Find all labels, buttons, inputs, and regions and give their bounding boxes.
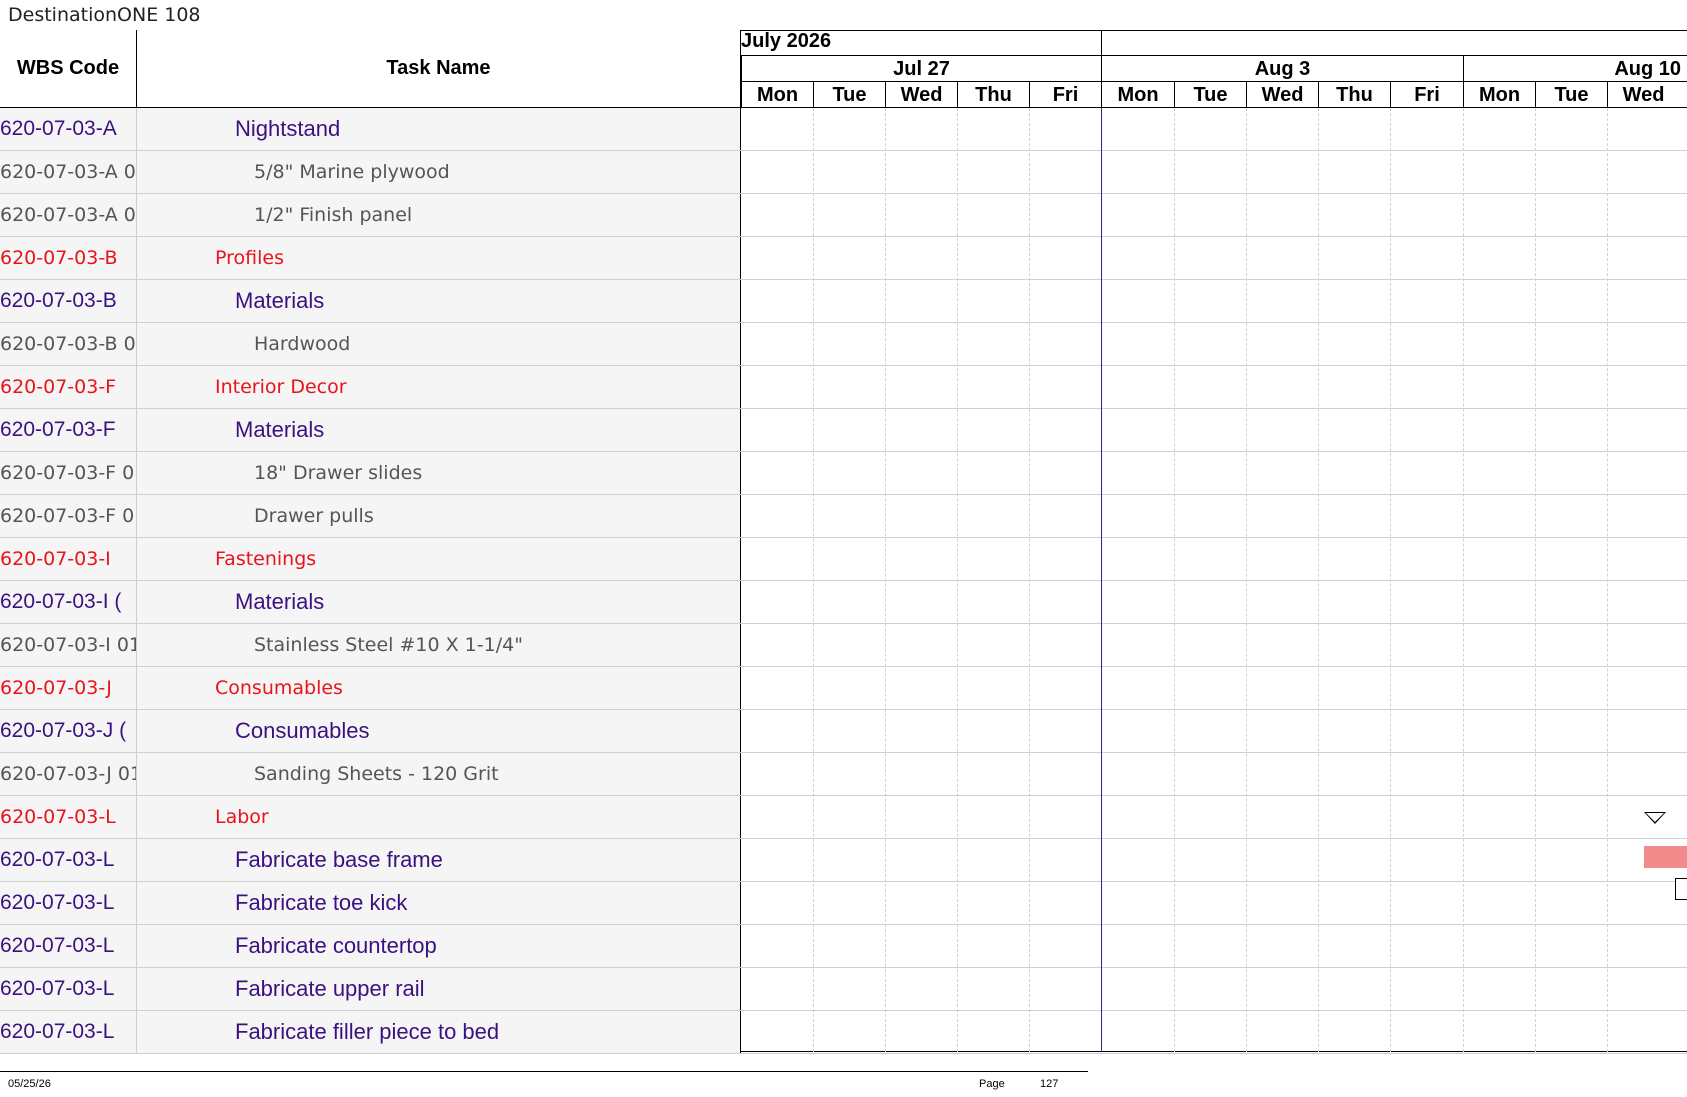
wbs-cell: 620-07-03-L [0, 882, 137, 924]
wbs-cell: 620-07-03-I 01 [0, 624, 137, 666]
table-row[interactable]: 620-07-03-J 01 Sanding Sheets - 120 Grit [0, 753, 1687, 796]
day-label: Wed [1607, 82, 1679, 108]
task-cell: 18" Drawer slides [137, 452, 741, 494]
wbs-cell: 620-07-03-I [0, 538, 137, 580]
task-cell: Profiles [137, 237, 741, 279]
wbs-cell: 620-07-03-B [0, 237, 137, 279]
day-label: Fri [1029, 82, 1101, 108]
day-label: Mon [1101, 82, 1174, 108]
table-row[interactable]: 620-07-03-A Nightstand [0, 108, 1687, 151]
task-cell: Labor [137, 796, 741, 838]
footer-page-label: Page [979, 1078, 1005, 1090]
table-row[interactable]: 620-07-03-J (Consumables [0, 710, 1687, 753]
task-cell: Fabricate countertop [137, 925, 741, 967]
table-row[interactable]: 620-07-03-F 0 Drawer pulls [0, 495, 1687, 538]
table-row[interactable]: 620-07-03-L Fabricate filler piece to bed [0, 1011, 1687, 1054]
table-row[interactable]: 620-07-03-L Labor [0, 796, 1687, 839]
wbs-cell: 620-07-03-L [0, 839, 137, 881]
wbs-cell: 620-07-03-L [0, 1011, 137, 1053]
wbs-cell: 620-07-03-A 0 [0, 194, 137, 236]
task-cell: Nightstand [137, 108, 741, 150]
week-header: Jul 27 Aug 3 Aug 10 [741, 56, 1687, 82]
wbs-cell: 620-07-03-A [0, 108, 137, 150]
table-row[interactable]: 620-07-03-B Materials [0, 280, 1687, 323]
task-cell: Materials [137, 581, 741, 623]
month-label: July 2026 [741, 30, 832, 52]
wbs-cell: 620-07-03-F 0 [0, 495, 137, 537]
day-label: Wed [885, 82, 957, 108]
footer-date: 05/25/26 [8, 1078, 51, 1090]
footer-divider [0, 1071, 1088, 1072]
wbs-cell: 620-07-03-F [0, 409, 137, 451]
wbs-cell: 620-07-03-B [0, 280, 137, 322]
table-row[interactable]: 620-07-03-I (Materials [0, 581, 1687, 624]
task-cell: 1/2" Finish panel [137, 194, 741, 236]
task-cell: Stainless Steel #10 X 1-1/4" [137, 624, 741, 666]
wbs-column-header[interactable]: WBS Code [0, 30, 137, 108]
table-row[interactable]: 620-07-03-B Profiles [0, 237, 1687, 280]
task-column-header[interactable]: Task Name [137, 30, 741, 108]
table-row[interactable]: 620-07-03-L Fabricate base frame [0, 839, 1687, 882]
task-cell: Hardwood [137, 323, 741, 365]
task-cell: Materials [137, 280, 741, 322]
day-label: Thu [957, 82, 1029, 108]
day-header: Mon Tue Wed Thu Fri Mon Tue Wed Thu Fri … [741, 82, 1687, 108]
week-label: Aug 3 [1101, 56, 1463, 82]
table-row[interactable]: 620-07-03-L Fabricate upper rail [0, 968, 1687, 1011]
day-label: Thu [1318, 82, 1390, 108]
day-label: Wed [1246, 82, 1318, 108]
month-header: July 2026 [741, 30, 1687, 56]
day-label: Mon [1463, 82, 1535, 108]
task-cell: Fastenings [137, 538, 741, 580]
wbs-cell: 620-07-03-F [0, 366, 137, 408]
day-label: Tue [1174, 82, 1246, 108]
wbs-cell: 620-07-03-L [0, 796, 137, 838]
task-cell: Fabricate filler piece to bed [137, 1011, 741, 1053]
table-row[interactable]: 620-07-03-I Fastenings [0, 538, 1687, 581]
task-table: 620-07-03-A Nightstand 620-07-03-A 0 5/8" … [0, 108, 1687, 1054]
day-label: Tue [1535, 82, 1607, 108]
wbs-cell: 620-07-03-J 01 [0, 753, 137, 795]
wbs-cell: 620-07-03-J [0, 667, 137, 709]
task-bar[interactable] [1644, 846, 1687, 868]
task-cell: Consumables [137, 710, 741, 752]
wbs-cell: 620-07-03-B 0 [0, 323, 137, 365]
wbs-cell: 620-07-03-J ( [0, 710, 137, 752]
day-label: Tue [813, 82, 885, 108]
table-row[interactable]: 620-07-03-I 01 Stainless Steel #10 X 1-1/… [0, 624, 1687, 667]
wbs-cell: 620-07-03-L [0, 968, 137, 1010]
wbs-cell: 620-07-03-L [0, 925, 137, 967]
table-row[interactable]: 620-07-03-F Interior Decor [0, 366, 1687, 409]
month-divider [1101, 30, 1102, 56]
week-label: Aug 10 [1463, 56, 1687, 82]
table-row[interactable]: 620-07-03-F Materials [0, 409, 1687, 452]
task-cell: Fabricate upper rail [137, 968, 741, 1010]
day-label: Fri [1390, 82, 1463, 108]
task-bar-outline[interactable] [1675, 878, 1687, 900]
task-cell: Sanding Sheets - 120 Grit [137, 753, 741, 795]
wbs-cell: 620-07-03-F 0 [0, 452, 137, 494]
task-cell: Fabricate toe kick [137, 882, 741, 924]
task-cell: Interior Decor [137, 366, 741, 408]
day-label: Mon [741, 82, 813, 108]
table-row[interactable]: 620-07-03-L Fabricate countertop [0, 925, 1687, 968]
task-cell: Drawer pulls [137, 495, 741, 537]
table-row[interactable]: 620-07-03-L Fabricate toe kick [0, 882, 1687, 925]
task-cell: Materials [137, 409, 741, 451]
table-row[interactable]: 620-07-03-F 0 18" Drawer slides [0, 452, 1687, 495]
table-row[interactable]: 620-07-03-B 0 Hardwood [0, 323, 1687, 366]
table-row[interactable]: 620-07-03-A 0 5/8" Marine plywood [0, 151, 1687, 194]
table-row[interactable]: 620-07-03-J Consumables [0, 667, 1687, 710]
wbs-cell: 620-07-03-A 0 [0, 151, 137, 193]
wbs-cell: 620-07-03-I ( [0, 581, 137, 623]
task-cell: Fabricate base frame [137, 839, 741, 881]
week-label: Jul 27 [741, 56, 1101, 82]
table-row[interactable]: 620-07-03-A 0 1/2" Finish panel [0, 194, 1687, 237]
summary-marker-icon[interactable] [1644, 812, 1666, 824]
footer-page-number: 127 [1040, 1078, 1059, 1090]
task-cell: Consumables [137, 667, 741, 709]
task-cell: 5/8" Marine plywood [137, 151, 741, 193]
document-title: DestinationONE 108 [8, 4, 201, 26]
